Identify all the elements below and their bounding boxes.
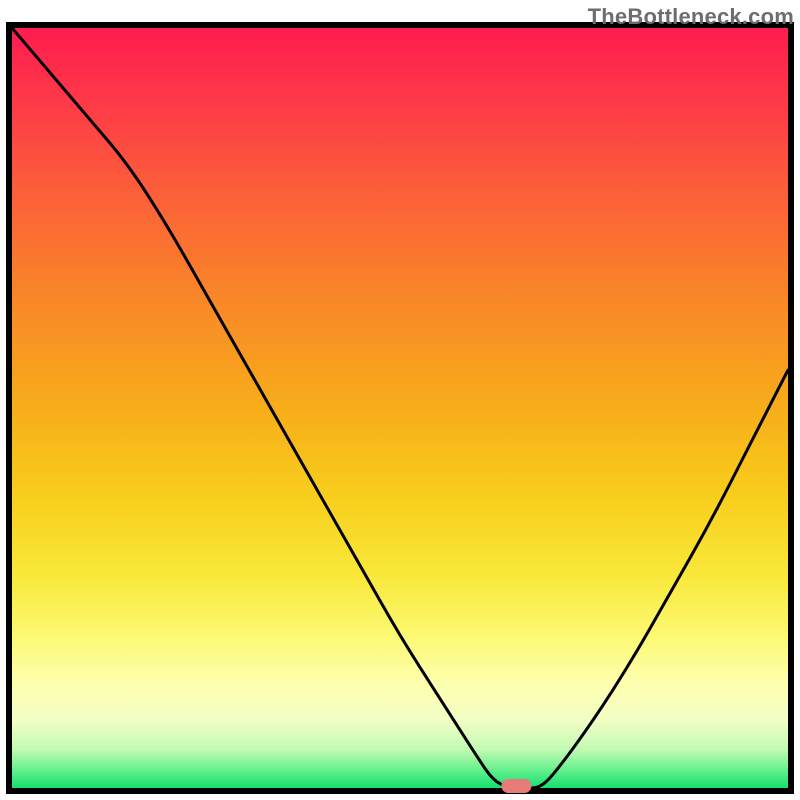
plot-background xyxy=(12,28,788,788)
watermark-label: TheBottleneck.com xyxy=(588,4,794,30)
optimal-marker xyxy=(501,779,531,793)
bottleneck-chart: TheBottleneck.com xyxy=(0,0,800,800)
chart-svg xyxy=(0,0,800,800)
